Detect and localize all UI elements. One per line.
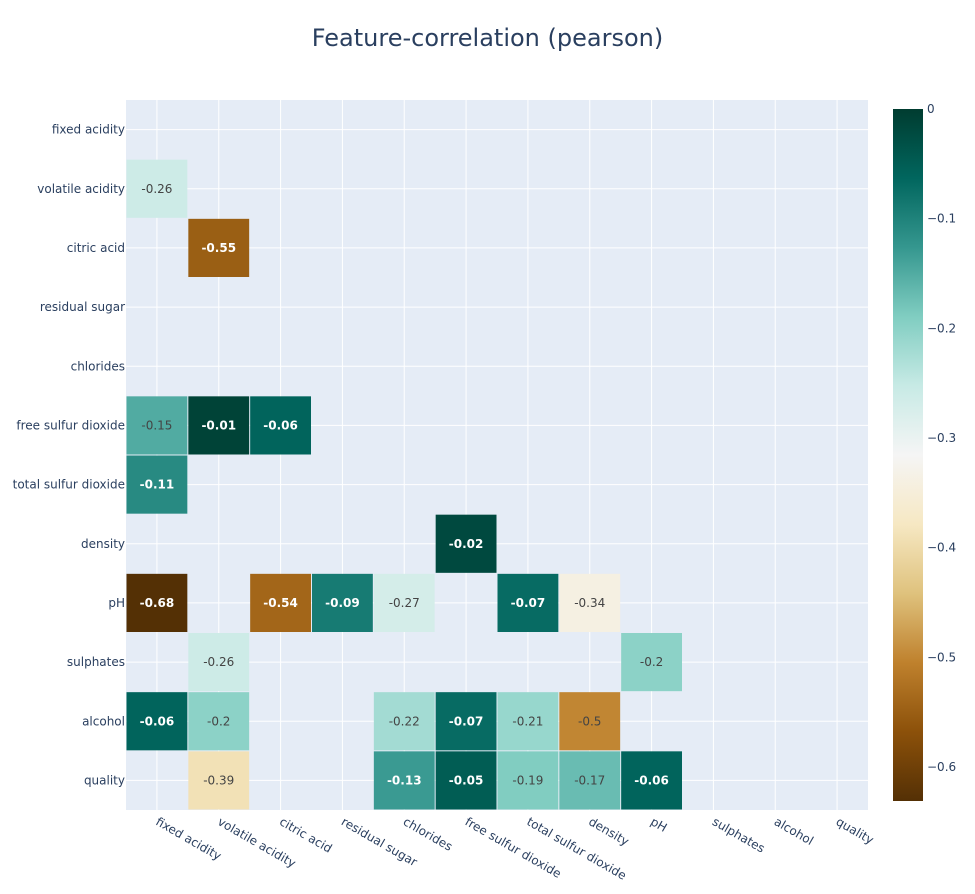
colorbar[interactable]: 0 −0.1 −0.2 −0.3 −0.4 −0.5 −0.6 (893, 102, 956, 801)
cell-value-label: -0.05 (449, 773, 484, 787)
cell-value-label: -0.39 (203, 773, 234, 787)
cell-value-label: -0.17 (574, 773, 605, 787)
cell-value-label: -0.68 (140, 596, 175, 610)
cell-value-label: -0.06 (634, 773, 669, 787)
cell-value-label: -0.02 (449, 537, 484, 551)
y-tick-label: citric acid (67, 241, 125, 255)
y-axis-ticks: fixed acidity volatile acidity citric acid… (13, 123, 125, 788)
x-axis-ticks: fixed acidityvolatile aciditycitric acid… (153, 814, 876, 882)
cell-value-label: -0.11 (140, 478, 175, 492)
y-tick-label: density (81, 537, 125, 551)
x-tick-label: citric acid (277, 814, 334, 855)
colorbar-gradient (893, 109, 923, 801)
y-tick-label: free sulfur dioxide (16, 418, 125, 432)
colorbar-tick-label: −0.3 (927, 431, 956, 445)
cell-value-label: -0.55 (201, 241, 236, 255)
cell-value-label: -0.06 (263, 418, 298, 432)
cell-value-label: -0.27 (389, 596, 420, 610)
colorbar-tick-label: −0.2 (927, 321, 956, 335)
x-tick-label: sulphates (710, 814, 767, 855)
y-tick-label: fixed acidity (52, 123, 125, 137)
y-tick-label: sulphates (67, 655, 125, 669)
cell-value-label: -0.22 (389, 714, 420, 728)
cell-value-label: -0.34 (574, 596, 605, 610)
cell-value-label: -0.26 (141, 182, 172, 196)
cell-value-label: -0.2 (207, 714, 230, 728)
x-tick-label: density (586, 814, 631, 848)
heatmap-chart: -0.26 -0.55 -0.15 -0.01 -0.06 -0.11 -0.02 -0.68… (13, 100, 956, 883)
cell-value-label: -0.09 (325, 596, 360, 610)
y-tick-label: total sulfur dioxide (13, 478, 125, 492)
colorbar-tick-label: −0.6 (927, 760, 956, 774)
y-tick-label: quality (84, 773, 125, 787)
x-tick-label: quality (834, 814, 877, 847)
y-tick-label: volatile acidity (37, 182, 125, 196)
cell-value-label: -0.07 (449, 714, 484, 728)
y-tick-label: residual sugar (40, 300, 125, 314)
y-tick-label: pH (108, 596, 125, 610)
cell-value-label: -0.19 (512, 773, 543, 787)
cell-value-label: -0.21 (512, 714, 543, 728)
colorbar-tick-label: −0.4 (927, 541, 956, 555)
colorbar-ticks: 0 −0.1 −0.2 −0.3 −0.4 −0.5 −0.6 (927, 102, 956, 774)
x-tick-label: chlorides (401, 814, 455, 853)
cell-value-label: -0.07 (511, 596, 546, 610)
cell-value-label: -0.13 (387, 773, 422, 787)
colorbar-tick-label: −0.5 (927, 650, 956, 664)
cell-value-label: -0.15 (141, 418, 172, 432)
x-tick-label: pH (648, 814, 669, 834)
x-tick-label: alcohol (772, 814, 816, 848)
y-tick-label: alcohol (82, 714, 125, 728)
colorbar-tick-label: −0.1 (927, 212, 956, 226)
x-tick-label: total sulfur dioxide (524, 814, 628, 882)
x-tick-label: fixed acidity (153, 814, 223, 863)
cell-value-label: -0.5 (578, 714, 601, 728)
cell-value-label: -0.06 (140, 714, 175, 728)
y-tick-label: chlorides (71, 359, 125, 373)
cell-value-label: -0.01 (201, 418, 236, 432)
colorbar-tick-label: 0 (927, 102, 935, 116)
cell-value-label: -0.26 (203, 655, 234, 669)
cell-value-label: -0.2 (640, 655, 663, 669)
cell-value-label: -0.54 (263, 596, 298, 610)
